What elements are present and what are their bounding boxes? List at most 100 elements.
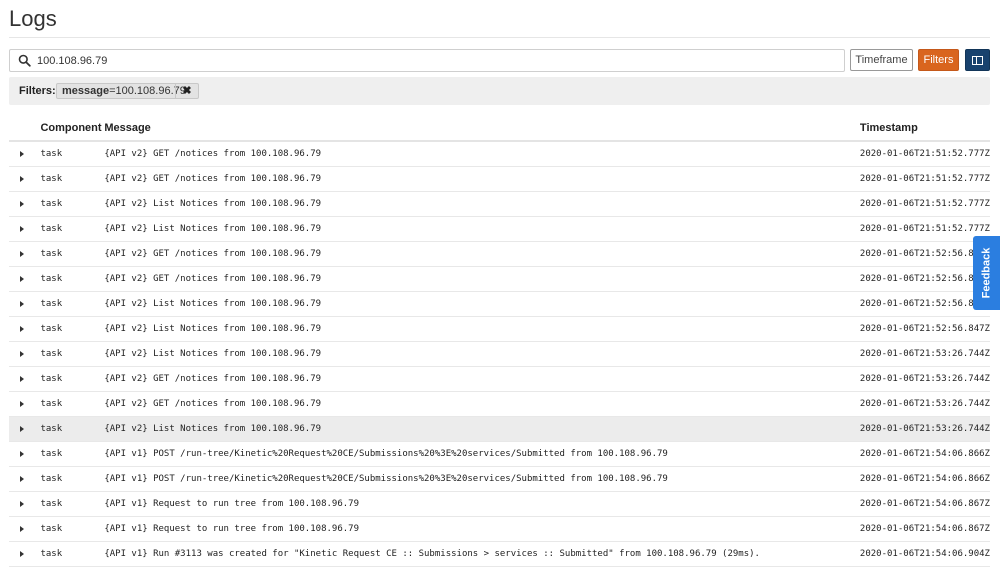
- message-cell: {API v2} GET /notices from 100.108.96.79: [104, 366, 860, 392]
- message-cell: {API v1} Request to run tree from 100.10…: [104, 491, 860, 517]
- caret-right-icon: [20, 326, 24, 332]
- expand-row-toggle[interactable]: [9, 216, 41, 242]
- table-row[interactable]: task {API v2} GET /notices from 100.108.9…: [9, 266, 990, 292]
- message-cell: {API v1} POST /run-tree/Kinetic%20Reques…: [104, 466, 860, 492]
- expand-row-toggle[interactable]: [9, 291, 41, 317]
- caret-right-icon: [20, 201, 24, 207]
- component-column-header[interactable]: Component: [40, 116, 105, 142]
- remove-filter-button[interactable]: ✖: [175, 84, 198, 98]
- columns-icon: [972, 55, 983, 65]
- table-row[interactable]: task {API v2} List Notices from 100.108.9…: [9, 416, 990, 442]
- columns-toggle-button[interactable]: [965, 49, 990, 71]
- timestamp-cell: 2020-01-06T21:52:56.8: [859, 291, 990, 317]
- table-row[interactable]: task {API v2} List Notices from 100.108.9…: [9, 191, 990, 217]
- caret-right-icon: [20, 226, 24, 232]
- message-cell: {API v1} Run #3113 was created for "Kine…: [104, 541, 860, 567]
- expand-row-toggle[interactable]: [9, 391, 41, 417]
- search-input[interactable]: [37, 50, 827, 71]
- component-cell: task: [40, 491, 105, 517]
- component-cell: task: [40, 541, 105, 567]
- table-row[interactable]: task {API v1} Request to run tree from 10…: [9, 516, 990, 542]
- expand-row-toggle[interactable]: [9, 466, 41, 492]
- message-cell: {API v2} GET /notices from 100.108.96.79: [104, 241, 860, 267]
- table-row[interactable]: task {API v2} List Notices from 100.108.9…: [9, 316, 990, 342]
- caret-right-icon: [20, 401, 24, 407]
- expand-row-toggle[interactable]: [9, 491, 41, 517]
- message-cell: {API v2} GET /notices from 100.108.96.79: [104, 141, 860, 167]
- caret-right-icon: [20, 376, 24, 382]
- message-cell: {API v2} List Notices from 100.108.96.79: [104, 216, 860, 242]
- table-row[interactable]: task {API v2} GET /notices from 100.108.9…: [9, 241, 990, 267]
- caret-right-icon: [20, 276, 24, 282]
- caret-right-icon: [20, 476, 24, 482]
- message-cell: {API v2} List Notices from 100.108.96.79: [104, 291, 860, 317]
- search-icon: [18, 54, 31, 67]
- message-cell: {API v2} List Notices from 100.108.96.79: [104, 316, 860, 342]
- component-cell: task: [40, 441, 105, 467]
- component-cell: task: [40, 291, 105, 317]
- title-divider: [9, 37, 990, 38]
- table-row[interactable]: task {API v2} List Notices from 100.108.9…: [9, 216, 990, 242]
- expand-row-toggle[interactable]: [9, 341, 41, 367]
- table-row[interactable]: task {API v2} List Notices from 100.108.9…: [9, 291, 990, 317]
- component-cell: task: [40, 266, 105, 292]
- timestamp-cell: 2020-01-06T21:52:56.8: [859, 266, 990, 292]
- caret-right-icon: [20, 176, 24, 182]
- timestamp-cell: 2020-01-06T21:51:52.777Z: [859, 216, 990, 242]
- expand-row-toggle[interactable]: [9, 541, 41, 567]
- expand-row-toggle[interactable]: [9, 191, 41, 217]
- caret-right-icon: [20, 501, 24, 507]
- message-cell: {API v2} GET /notices from 100.108.96.79: [104, 166, 860, 192]
- log-table: Component Message Timestamp task {API v2}…: [9, 116, 990, 567]
- expand-column-header: [9, 116, 41, 142]
- message-cell: {API v2} List Notices from 100.108.96.79: [104, 191, 860, 217]
- message-cell: {API v2} List Notices from 100.108.96.79: [104, 341, 860, 367]
- search-box[interactable]: [9, 49, 845, 72]
- component-cell: task: [40, 466, 105, 492]
- table-header-row: Component Message Timestamp: [9, 116, 990, 142]
- component-cell: task: [40, 416, 105, 442]
- expand-row-toggle[interactable]: [9, 266, 41, 292]
- message-cell: {API v1} POST /run-tree/Kinetic%20Reques…: [104, 441, 860, 467]
- timestamp-cell: 2020-01-06T21:54:06.866Z: [859, 466, 990, 492]
- caret-right-icon: [20, 551, 24, 557]
- caret-right-icon: [20, 451, 24, 457]
- feedback-button[interactable]: Feedback: [973, 236, 1000, 310]
- table-row[interactable]: task {API v2} GET /notices from 100.108.9…: [9, 141, 990, 167]
- expand-row-toggle[interactable]: [9, 141, 41, 167]
- expand-row-toggle[interactable]: [9, 316, 41, 342]
- filter-chip: message =100.108.96.79 ✖: [56, 83, 199, 99]
- log-rows: task {API v2} GET /notices from 100.108.9…: [9, 141, 990, 567]
- message-cell: {API v2} GET /notices from 100.108.96.79: [104, 391, 860, 417]
- table-row[interactable]: task {API v1} POST /run-tree/Kinetic%20Re…: [9, 441, 990, 467]
- filters-button[interactable]: Filters: [918, 49, 959, 71]
- table-row[interactable]: task {API v2} GET /notices from 100.108.9…: [9, 391, 990, 417]
- message-column-header[interactable]: Message: [104, 116, 860, 142]
- expand-row-toggle[interactable]: [9, 516, 41, 542]
- timestamp-cell: 2020-01-06T21:53:26.744Z: [859, 391, 990, 417]
- table-row[interactable]: task {API v1} Run #3113 was created for "…: [9, 541, 990, 567]
- timestamp-column-header[interactable]: Timestamp: [859, 116, 990, 142]
- page-title: Logs: [9, 6, 57, 31]
- table-row[interactable]: task {API v2} GET /notices from 100.108.9…: [9, 366, 990, 392]
- timestamp-cell: 2020-01-06T21:53:26.744Z: [859, 366, 990, 392]
- close-icon: ✖: [182, 85, 192, 97]
- component-cell: task: [40, 241, 105, 267]
- timeframe-button[interactable]: Timeframe: [850, 49, 913, 71]
- expand-row-toggle[interactable]: [9, 416, 41, 442]
- timestamp-cell: 2020-01-06T21:52:56.847Z: [859, 316, 990, 342]
- expand-row-toggle[interactable]: [9, 366, 41, 392]
- expand-row-toggle[interactable]: [9, 166, 41, 192]
- expand-row-toggle[interactable]: [9, 441, 41, 467]
- component-cell: task: [40, 391, 105, 417]
- component-cell: task: [40, 191, 105, 217]
- table-row[interactable]: task {API v1} POST /run-tree/Kinetic%20Re…: [9, 466, 990, 492]
- timestamp-cell: 2020-01-06T21:53:26.744Z: [859, 416, 990, 442]
- component-cell: task: [40, 366, 105, 392]
- expand-row-toggle[interactable]: [9, 241, 41, 267]
- table-row[interactable]: task {API v2} List Notices from 100.108.9…: [9, 341, 990, 367]
- table-row[interactable]: task {API v1} Request to run tree from 10…: [9, 491, 990, 517]
- timestamp-cell: 2020-01-06T21:53:26.744Z: [859, 341, 990, 367]
- table-row[interactable]: task {API v2} GET /notices from 100.108.9…: [9, 166, 990, 192]
- component-cell: task: [40, 516, 105, 542]
